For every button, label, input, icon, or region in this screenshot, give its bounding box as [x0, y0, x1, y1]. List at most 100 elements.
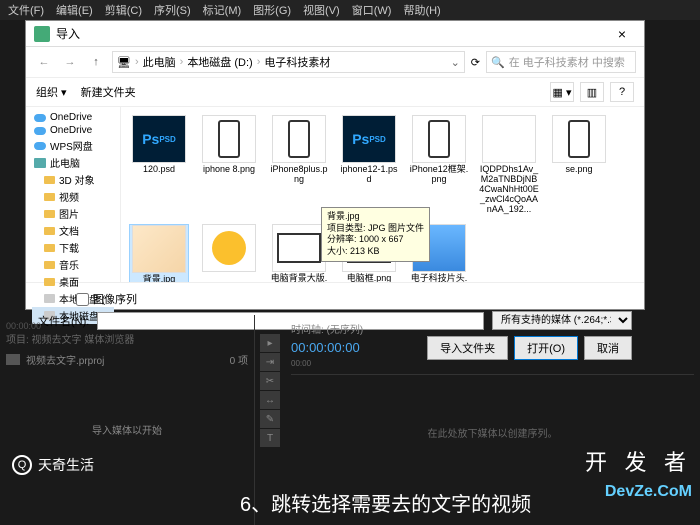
- dialog-titlebar: 导入 ×: [26, 21, 644, 47]
- menu-graphics[interactable]: 图形(G): [253, 2, 291, 18]
- nav-up-icon[interactable]: ↑: [86, 52, 106, 72]
- menu-marker[interactable]: 标记(M): [203, 2, 242, 18]
- cloud-icon: [34, 142, 46, 150]
- dialog-body: OneDrive OneDrive WPS网盘 此电脑 3D 对象 视频 图片 …: [26, 107, 644, 282]
- file-label: IQDPDhs1Av_M2aTNBDjNB4CwaNhHt00E_zwCl4cQ…: [479, 165, 539, 214]
- menu-window[interactable]: 窗口(W): [352, 2, 392, 18]
- track-tool-icon[interactable]: ⇥: [260, 353, 280, 371]
- file-thumbnail: [552, 115, 606, 163]
- dialog-toolbar: 组织 ▾ 新建文件夹 ▦ ▾ ▥ ?: [26, 78, 644, 107]
- cloud-icon: [34, 127, 46, 135]
- image-sequence-checkbox[interactable]: [76, 293, 89, 306]
- file-thumbnail: [272, 115, 326, 163]
- file-thumbnail: [202, 115, 256, 163]
- file-label: iPhone12框架.png: [409, 165, 469, 185]
- project-name[interactable]: 视频去文字.prproj: [26, 352, 104, 367]
- timecode[interactable]: 00:00:00:00: [291, 340, 694, 355]
- menu-clip[interactable]: 剪辑(C): [105, 2, 142, 18]
- nav-back-icon[interactable]: ←: [34, 52, 54, 72]
- project-panel: 00:00:00 项目: 视频去文字 媒体浏览器 视频去文字.prproj 0 …: [0, 315, 255, 525]
- sidebar-wps[interactable]: WPS网盘: [32, 137, 114, 154]
- folder-icon: [44, 261, 55, 269]
- file-thumbnail: [132, 225, 186, 273]
- view-mode-button[interactable]: ▦ ▾: [550, 82, 574, 102]
- selection-tool-icon[interactable]: ▸: [260, 334, 280, 352]
- file-item[interactable]: se.png: [549, 115, 609, 214]
- breadcrumb-root[interactable]: 此电脑: [143, 54, 176, 70]
- menu-help[interactable]: 帮助(H): [403, 2, 440, 18]
- image-sequence-label: 图像序列: [93, 291, 137, 307]
- organize-button[interactable]: 组织 ▾: [36, 84, 67, 100]
- slip-tool-icon[interactable]: ↔: [260, 391, 280, 409]
- folder-icon: [44, 278, 55, 286]
- file-item[interactable]: 背景.jpg: [129, 224, 189, 282]
- file-label: 电脑框.png: [339, 274, 399, 282]
- type-tool-icon[interactable]: T: [260, 429, 280, 447]
- item-count: 0 项: [230, 352, 248, 367]
- menu-edit[interactable]: 编辑(E): [56, 2, 93, 18]
- nav-forward-icon[interactable]: →: [60, 52, 80, 72]
- file-item[interactable]: iphone 8.png: [199, 115, 259, 214]
- sidebar-item[interactable]: 图片: [32, 205, 114, 222]
- time-ruler[interactable]: 00:00: [291, 359, 694, 375]
- newfolder-button[interactable]: 新建文件夹: [81, 84, 136, 100]
- preview-pane-button[interactable]: ▥: [580, 82, 604, 102]
- refresh-icon[interactable]: ⟳: [471, 56, 480, 69]
- sidebar-item[interactable]: 文档: [32, 222, 114, 239]
- folder-icon: [44, 176, 55, 184]
- ripple-tool-icon[interactable]: ✂: [260, 372, 280, 390]
- pc-icon: [34, 158, 46, 168]
- timeline-tab[interactable]: 时间轴: (无序列): [291, 321, 694, 336]
- file-item[interactable]: iPhone12框架.png: [409, 115, 469, 214]
- drop-media-hint[interactable]: 在此处放下媒体以创建序列。: [291, 425, 694, 440]
- sidebar-item[interactable]: 视频: [32, 188, 114, 205]
- sidebar-item[interactable]: 3D 对象: [32, 171, 114, 188]
- file-item[interactable]: 电脑背景大版.png: [269, 224, 329, 282]
- file-label: iphone12-1.psd: [339, 165, 399, 185]
- project-icon: [6, 354, 20, 365]
- menu-sequence[interactable]: 序列(S): [154, 2, 191, 18]
- sidebar-item[interactable]: 桌面: [32, 273, 114, 290]
- file-label: 背景.jpg: [130, 275, 188, 282]
- file-item[interactable]: [199, 224, 259, 282]
- sidebar-item[interactable]: 音乐: [32, 256, 114, 273]
- close-button[interactable]: ×: [608, 26, 636, 42]
- cloud-icon: [34, 114, 46, 122]
- timecode-small: 00:00:00: [6, 321, 248, 331]
- watermark-right1: 开 发 者: [585, 445, 692, 477]
- folder-icon: [44, 210, 55, 218]
- file-thumbnail: [412, 115, 466, 163]
- watermark-right2: DevZe.CoM: [605, 483, 692, 501]
- sidebar-thispc[interactable]: 此电脑: [32, 154, 114, 171]
- disk-icon: [44, 294, 55, 303]
- file-item[interactable]: PsPSDiphone12-1.psd: [339, 115, 399, 214]
- logo-icon: Q: [12, 455, 32, 475]
- file-thumbnail: [482, 115, 536, 163]
- breadcrumb-folder[interactable]: 电子科技素材: [264, 54, 330, 70]
- sidebar-onedrive2[interactable]: OneDrive: [32, 124, 114, 137]
- help-button[interactable]: ?: [610, 82, 634, 102]
- breadcrumb[interactable]: 🖥› 此电脑› 本地磁盘 (D:)› 电子科技素材 ⌄: [112, 51, 465, 73]
- menu-view[interactable]: 视图(V): [303, 2, 340, 18]
- file-thumbnail: PsPSD: [132, 115, 186, 163]
- dialog-navbar: ← → ↑ 🖥› 此电脑› 本地磁盘 (D:)› 电子科技素材 ⌄ ⟳ 🔍 在 …: [26, 47, 644, 78]
- file-label: iPhone8plus.png: [269, 165, 329, 185]
- import-dialog: 导入 × ← → ↑ 🖥› 此电脑› 本地磁盘 (D:)› 电子科技素材 ⌄ ⟳…: [25, 20, 645, 310]
- file-thumbnail: [272, 224, 326, 272]
- file-item[interactable]: PsPSD120.psd: [129, 115, 189, 214]
- sidebar-item[interactable]: 下载: [32, 239, 114, 256]
- breadcrumb-dropdown-icon[interactable]: ⌄: [451, 56, 460, 69]
- file-thumbnail: [202, 224, 256, 272]
- file-tooltip: 背景.jpg 项目类型: JPG 图片文件 分辨率: 1000 x 667 大小…: [321, 207, 430, 262]
- file-item[interactable]: iPhone8plus.png: [269, 115, 329, 214]
- panel-tabs[interactable]: 项目: 视频去文字 媒体浏览器: [6, 331, 248, 346]
- search-placeholder: 在 电子科技素材 中搜索: [509, 54, 625, 70]
- file-label: 电子科技片头.mp4: [409, 274, 469, 282]
- pen-tool-icon[interactable]: ✎: [260, 410, 280, 428]
- search-input[interactable]: 🔍 在 电子科技素材 中搜索: [486, 51, 636, 73]
- sidebar-onedrive[interactable]: OneDrive: [32, 111, 114, 124]
- breadcrumb-drive[interactable]: 本地磁盘 (D:): [187, 54, 252, 70]
- file-item[interactable]: IQDPDhs1Av_M2aTNBDjNB4CwaNhHt00E_zwCl4cQ…: [479, 115, 539, 214]
- sidebar: OneDrive OneDrive WPS网盘 此电脑 3D 对象 视频 图片 …: [26, 107, 121, 282]
- menu-file[interactable]: 文件(F): [8, 2, 44, 18]
